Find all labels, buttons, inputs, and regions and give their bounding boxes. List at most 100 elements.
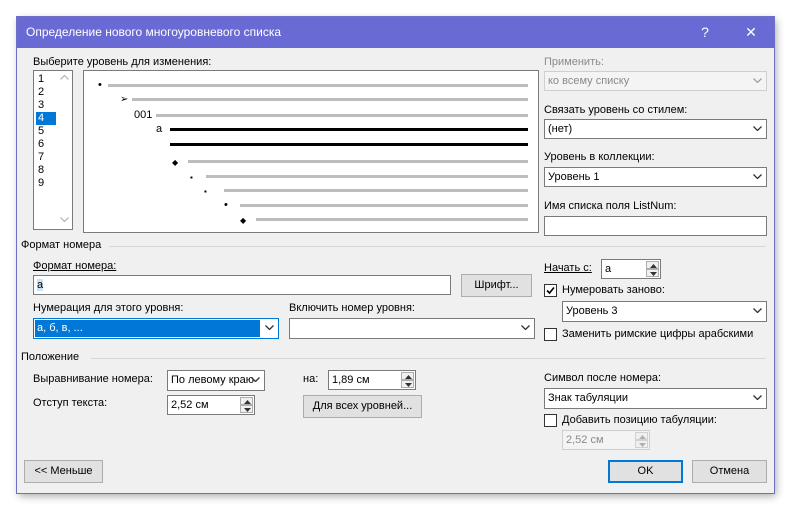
level-item-selected[interactable]: 4 (36, 112, 56, 125)
help-button[interactable]: ? (683, 17, 727, 48)
chevron-down-icon (753, 78, 762, 83)
include-level-label: Включить номер уровня: (289, 302, 415, 314)
scroll-down-icon[interactable] (60, 217, 69, 222)
list-preview: • ➢ 001 a ◆ ▪ ▪ • ◆ (83, 70, 539, 233)
gallery-level-combo[interactable]: Уровень 1 (544, 167, 767, 187)
number-format-input[interactable]: a (33, 275, 451, 295)
caret-up-icon (405, 375, 412, 379)
caret-down-icon (405, 383, 412, 387)
chevron-down-icon (265, 325, 274, 330)
close-icon: ✕ (745, 24, 757, 40)
preview-line-selected (170, 128, 528, 131)
preview-line (132, 98, 528, 101)
level-item[interactable]: 3 (36, 99, 56, 112)
add-tab-value: 2,52 см (566, 434, 604, 446)
aligned-at-value: 1,89 см (332, 374, 370, 386)
restart-after-value: Уровень 3 (566, 305, 618, 317)
apply-to-value: ко всему списку (548, 75, 630, 87)
gallery-level-label: Уровень в коллекции: (544, 151, 655, 163)
caret-up-icon (639, 435, 646, 439)
spin-up-button (635, 432, 648, 440)
add-tab-label[interactable]: Добавить позицию табуляции: (562, 414, 717, 426)
number-format-label: Формат номера: (33, 260, 117, 272)
section-divider (109, 246, 766, 247)
level-select-label: Выберите уровень для изменения: (33, 56, 212, 68)
start-at-spinner[interactable]: a (601, 259, 661, 279)
caret-up-icon (244, 400, 251, 404)
restart-after-combo[interactable]: Уровень 3 (562, 301, 767, 322)
multilevel-list-dialog: Определение нового многоуровневого списк… (17, 17, 774, 493)
chevron-down-icon (753, 126, 762, 131)
checkmark-icon (546, 286, 555, 295)
caret-down-icon (244, 408, 251, 412)
add-tab-spinner: 2,52 см (562, 430, 650, 450)
caret-down-icon (639, 443, 646, 447)
ok-button[interactable]: OK (608, 460, 683, 483)
preview-marker: ◆ (172, 158, 179, 167)
caret-down-icon (650, 272, 657, 276)
preview-line (240, 204, 528, 207)
set-for-all-levels-button[interactable]: Для всех уровней... (303, 395, 422, 418)
legal-style-checkbox[interactable] (544, 328, 557, 341)
text-indent-spinner[interactable]: 2,52 см (167, 395, 255, 415)
listnum-input[interactable] (544, 216, 767, 236)
spin-up-button[interactable] (240, 397, 253, 405)
link-style-combo[interactable]: (нет) (544, 119, 767, 139)
include-level-combo[interactable] (289, 318, 535, 339)
spin-down-button[interactable] (646, 269, 659, 277)
level-item[interactable]: 9 (36, 177, 56, 190)
preview-marker: • (224, 199, 228, 211)
apply-to-combo: ко всему списку (544, 71, 767, 91)
level-listbox[interactable]: 1 2 3 4 5 6 7 8 9 (33, 70, 73, 230)
start-at-label: Начать с: (544, 262, 592, 274)
numbering-style-combo[interactable]: a, б, в, ... (33, 318, 279, 339)
spin-up-button[interactable] (401, 372, 414, 380)
add-tab-checkbox[interactable] (544, 414, 557, 427)
preview-marker: a (156, 123, 163, 135)
chevron-down-icon (753, 308, 762, 313)
aligned-at-label: на: (303, 373, 319, 385)
preview-line-selected (170, 143, 528, 146)
listnum-label: Имя списка поля ListNum: (544, 200, 677, 212)
preview-marker: ◆ (240, 216, 247, 225)
aligned-at-spinner[interactable]: 1,89 см (328, 370, 416, 390)
level-item[interactable]: 7 (36, 151, 56, 164)
close-button[interactable]: ✕ (729, 17, 773, 48)
less-button[interactable]: << Меньше (24, 460, 103, 483)
chevron-down-icon (251, 377, 260, 382)
spin-down-button[interactable] (401, 380, 414, 388)
preview-marker: ➢ (120, 94, 129, 105)
number-format-value: a (37, 279, 44, 291)
level-item[interactable]: 6 (36, 138, 56, 151)
gallery-level-value: Уровень 1 (548, 171, 600, 183)
spin-up-button[interactable] (646, 261, 659, 269)
number-alignment-combo[interactable]: По левому краю (167, 370, 265, 391)
follow-number-combo[interactable]: Знак табуляции (544, 388, 767, 409)
preview-line (188, 160, 528, 163)
dialog-title: Определение нового многоуровневого списк… (26, 25, 282, 39)
apply-to-label: Применить: (544, 56, 604, 68)
scroll-up-icon[interactable] (60, 75, 69, 80)
level-scrollbar[interactable] (57, 71, 72, 229)
position-section-title: Положение (21, 351, 80, 363)
preview-marker: ▪ (204, 187, 207, 196)
section-divider (91, 358, 766, 359)
follow-number-label: Символ после номера: (544, 372, 662, 384)
text-indent-label: Отступ текста: (33, 397, 108, 409)
level-item[interactable]: 1 (36, 73, 56, 86)
level-item[interactable]: 2 (36, 86, 56, 99)
legal-style-label[interactable]: Заменить римские цифры арабскими (562, 328, 753, 340)
chevron-down-icon (753, 395, 762, 400)
restart-checkbox[interactable] (544, 284, 557, 297)
caret-up-icon (650, 264, 657, 268)
restart-label[interactable]: Нумеровать заново: (562, 284, 665, 296)
spin-down-button[interactable] (240, 405, 253, 413)
font-button[interactable]: Шрифт... (461, 274, 532, 297)
number-format-section-title: Формат номера (21, 239, 102, 251)
preview-line (224, 189, 528, 192)
level-item[interactable]: 5 (36, 125, 56, 138)
cancel-button[interactable]: Отмена (692, 460, 767, 483)
link-style-value: (нет) (548, 123, 573, 135)
level-item[interactable]: 8 (36, 164, 56, 177)
preview-marker: ▪ (190, 173, 193, 182)
